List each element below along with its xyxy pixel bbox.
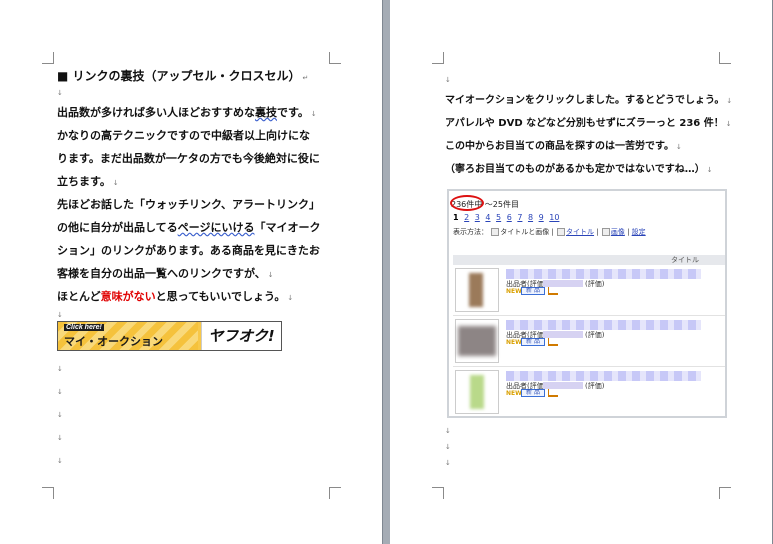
title-view-icon[interactable] — [557, 228, 566, 236]
body-line: ション」のリンクがあります。ある商品を見にきたお — [57, 244, 320, 257]
body-line: この中からお目当ての商品を探すのは一苦労です。 ↓ — [445, 141, 682, 152]
new-item-badge: 新 品 — [521, 338, 545, 346]
paragraph-mark: ↓ — [445, 459, 451, 467]
page-link[interactable]: 3 — [475, 213, 480, 222]
paragraph-mark: ↓ — [445, 76, 451, 84]
emphasis-text: 意味がない — [100, 290, 156, 303]
display-option[interactable]: 画像 — [611, 228, 625, 236]
new-item-badge: 新 品 — [521, 287, 545, 295]
page-link[interactable]: 1 — [453, 213, 459, 222]
body-line: （寧ろお目当てのものがあるかも定かではないですね…） ↓ — [445, 164, 713, 175]
body-line: の他に自分が出品してるページにいける「マイオーク — [57, 221, 321, 234]
page-link[interactable]: 2 — [464, 213, 469, 222]
cart-icon — [548, 287, 558, 295]
display-option[interactable]: タイトル — [566, 228, 594, 236]
seller-name-blurred[interactable] — [543, 280, 583, 287]
paragraph-mark: ↓ — [445, 443, 451, 451]
paragraph-mark: ↓ — [57, 411, 63, 419]
highlight-circle — [450, 195, 484, 211]
crop-mark — [719, 487, 731, 499]
list-item[interactable]: 出品者(評価)： (評価) NEW! 新 品 — [453, 268, 723, 312]
document-page-left: ■ リンクの裏技（アップセル・クロスセル） ↵ ↓ 出品数が多ければ多い人ほどおす… — [0, 0, 383, 544]
cart-icon — [548, 338, 558, 346]
paragraph-mark: ↓ — [57, 457, 63, 465]
list-item[interactable]: 出品者(評価)： (評価) NEW! 新 品 — [453, 370, 723, 414]
image-view-icon[interactable] — [601, 228, 610, 236]
rating-link[interactable]: (評価) — [585, 330, 604, 340]
title-image-view-icon[interactable] — [491, 228, 500, 236]
click-here-label: Click here! — [64, 324, 104, 331]
section-heading: ■ リンクの裏技（アップセル・クロスセル） ↵ — [57, 69, 309, 83]
rating-link[interactable]: (評価) — [585, 381, 604, 391]
paragraph-mark: ↓ — [445, 427, 451, 435]
body-line: アパレルや DVD などなど分別もせずにズラーっと 236 件！ ↓ — [445, 118, 732, 129]
crop-mark — [329, 52, 341, 64]
body-line: 出品数が多ければ多い人ほどおすすめな裏技です。 ↓ — [57, 106, 317, 119]
body-line: 立ちます。 ↓ — [57, 175, 119, 188]
my-auction-banner[interactable]: Click here! マイ・オークション ヤフオク! — [57, 321, 282, 351]
crop-mark — [432, 52, 444, 64]
page-link[interactable]: 8 — [528, 213, 533, 222]
paragraph-mark: ↓ — [57, 388, 63, 396]
body-line: かなりの高テクニックですので中級者以上向けにな — [57, 129, 310, 142]
list-item[interactable]: 出品者(評価)： (評価) NEW! 新 品 — [453, 319, 723, 363]
display-options: 表示方法： タイトルと画像 | タイトル | 画像 | 設定 — [453, 228, 646, 236]
page-link[interactable]: 9 — [539, 213, 544, 222]
settings-link[interactable]: 設定 — [632, 228, 646, 236]
page-link[interactable]: 6 — [507, 213, 512, 222]
body-line: 先ほどお話した「ウォッチリンク、アラートリンク」 — [57, 198, 321, 211]
rating-link[interactable]: (評価) — [585, 279, 604, 289]
seller-name-blurred[interactable] — [543, 331, 583, 338]
crop-mark — [42, 487, 54, 499]
item-title-blurred[interactable] — [506, 320, 701, 330]
cart-icon — [548, 389, 558, 397]
pagination: 1 2 3 4 5 6 7 8 9 10 — [453, 213, 562, 222]
display-option[interactable]: タイトルと画像 — [500, 228, 549, 236]
paragraph-mark: ↓ — [57, 311, 63, 319]
crop-mark — [329, 487, 341, 499]
page-link[interactable]: 10 — [549, 213, 559, 222]
item-thumbnail[interactable] — [455, 370, 499, 414]
paragraph-mark: ↓ — [57, 89, 63, 97]
seller-name-blurred[interactable] — [543, 382, 583, 389]
crop-mark — [42, 52, 54, 64]
my-auction-label: マイ・オークション — [64, 335, 163, 348]
auction-list-screenshot: 236件中 ～25件目 1 2 3 4 5 6 7 8 9 10 表示方法： タ… — [447, 189, 727, 418]
paragraph-mark: ↓ — [57, 365, 63, 373]
page-link[interactable]: 4 — [485, 213, 490, 222]
crop-mark — [719, 52, 731, 64]
column-header: タイトル — [453, 255, 725, 265]
body-line: 客様を自分の出品一覧へのリンクですが、 ↓ — [57, 267, 274, 280]
page-link[interactable]: 7 — [517, 213, 522, 222]
page-link[interactable]: 5 — [496, 213, 501, 222]
paragraph-mark: ↓ — [57, 434, 63, 442]
item-thumbnail[interactable] — [455, 319, 499, 363]
item-title-blurred[interactable] — [506, 371, 701, 381]
divider — [453, 366, 725, 367]
crop-mark — [432, 487, 444, 499]
yafuoku-logo: ヤフオク! — [201, 322, 281, 350]
body-line: ります。まだ出品数が一ケタの方でも今後絶対に役に — [57, 152, 320, 165]
new-item-badge: 新 品 — [521, 389, 545, 397]
body-line: ほとんど意味がないと思ってもいいでしょう。 ↓ — [57, 290, 294, 303]
divider — [453, 315, 725, 316]
body-line: マイオークションをクリックしました。するとどうでしょう。 ↓ — [445, 95, 733, 106]
item-title-blurred[interactable] — [506, 269, 701, 279]
item-thumbnail[interactable] — [455, 268, 499, 312]
